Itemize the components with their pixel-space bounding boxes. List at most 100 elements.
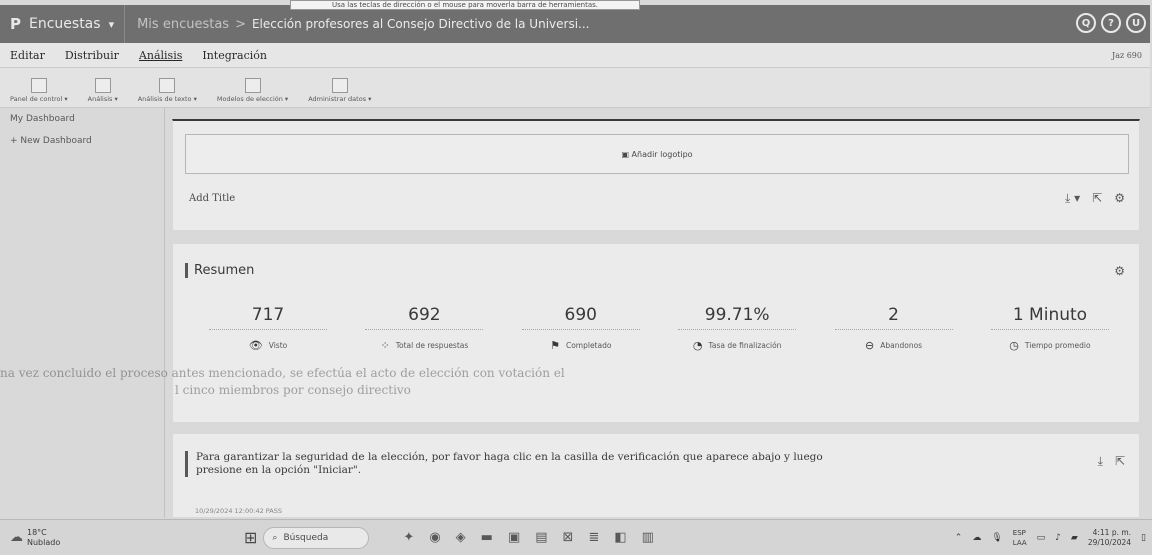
weather-text: 18°C Nublado [27,528,60,548]
sidebar-item-new-dashboard[interactable]: + New Dashboard [0,130,164,152]
stat-label-text: Total de respuestas [395,341,469,350]
notification-icon[interactable]: ▯ [1141,533,1146,543]
tool-dashboard[interactable]: Panel de control ▾ [10,78,68,103]
stat-abandoned: 2 ⊖ Abandonos [834,305,953,352]
download-icon[interactable]: ⤓ ▾ [1065,191,1080,206]
summary-title: Resumen [185,263,254,278]
breadcrumb-my-surveys[interactable]: Mis encuestas [125,17,229,32]
search-placeholder: Búsqueda [283,532,329,543]
stat-label-text: Tiempo promedio [1024,341,1091,350]
temperature: 18°C [27,527,47,537]
stat-value: 2 [834,305,953,330]
windows-start-icon[interactable]: ⊞ [244,528,257,547]
abandon-icon: ⊖ [865,339,875,352]
stat-value: 692 [365,305,484,330]
dashboard-content: ▣ Añadir logotipo Add Title ⤓ ▾ ⇱ ⚙ Resu… [172,115,1140,518]
tab-distribuir[interactable]: Distribuir [55,49,129,62]
stat-value: 717 [209,305,327,330]
sidebar-item-my-dashboard[interactable]: My Dashboard [0,108,164,130]
tool-analysis[interactable]: Análisis ▾ [88,78,118,103]
weather-condition: Nublado [27,537,61,547]
download-icon[interactable]: ⤓ [1098,454,1103,469]
app-icon[interactable]: ▬ [481,530,493,545]
app-icon[interactable]: ✦ [403,530,414,545]
search-icon[interactable]: Q [1076,13,1096,33]
stat-label: 👁 Visto [249,339,287,352]
tab-editar[interactable]: Editar [0,49,55,62]
windows-taskbar: ☁ 18°C Nublado ⊞ ⌕ Búsqueda ✦ ◉ ◈ ▬ ▣ ▤ … [0,519,1152,555]
stat-label: ⊖ Abandonos [865,339,922,352]
responses-icon: ⁘ [380,339,390,352]
cloud-icon[interactable]: ☁ [972,533,981,543]
app-icon[interactable]: ◈ [456,530,466,545]
gear-icon[interactable]: ⚙ [1114,264,1125,278]
stat-label: ◷ Tiempo promedio [1009,339,1090,352]
app-icon[interactable]: ▣ [508,530,520,545]
microphone-icon[interactable]: 🎙 [991,533,1002,543]
cloud-icon: ☁ [10,530,23,545]
share-icon[interactable]: ⇱ [1092,191,1102,206]
summary-stats: 717 👁 Visto 692 ⁘ Total de respuestas 69… [209,305,1109,352]
clock[interactable]: 4:11 p. m. 29/10/2024 [1088,528,1131,548]
tool-label: Modelos de elección ▾ [216,95,289,103]
stat-label: ◔ Tasa de finalización [693,339,782,352]
stat-completed: 690 ⚑ Completado [521,305,640,352]
tool-manage-data[interactable]: Administrar datos ▾ [308,78,371,103]
header-card-actions: ⤓ ▾ ⇱ ⚙ [1065,191,1125,206]
app-icon[interactable]: ≣ [588,530,599,545]
stat-value: 1 Minuto [990,305,1109,330]
tab-analisis[interactable]: Análisis [129,49,192,62]
app-icon[interactable]: ⊠ [563,530,574,545]
breadcrumb-separator: > [235,16,246,32]
stat-completion-rate: 99.71% ◔ Tasa de finalización [678,305,797,352]
header-card: ▣ Añadir logotipo Add Title ⤓ ▾ ⇱ ⚙ [172,119,1140,231]
chevron-down-icon: ▾ [108,17,115,31]
eye-icon: 👁 [248,339,263,352]
analysis-toolbar: Panel de control ▾ Análisis ▾ Análisis d… [0,68,1150,108]
help-icon[interactable]: ? [1101,13,1121,33]
question-text: Para garantizar la seguridad de la elecc… [185,451,865,477]
dashboard-sidebar: My Dashboard + New Dashboard [0,108,165,518]
database-icon [331,78,348,93]
taskbar-search[interactable]: ⌕ Búsqueda [263,526,370,549]
tool-choice-models[interactable]: Modelos de elección ▾ [217,78,288,103]
stat-label: ⁘ Total de respuestas [380,339,468,352]
product-switcher[interactable]: P Encuestas ▾ [0,5,126,43]
network-icon[interactable]: ▭ [1037,533,1046,543]
keyboard-layout: LAA [1012,538,1027,547]
chevron-up-icon[interactable]: ⌃ [955,533,963,543]
language-indicator[interactable]: ESP LAA [1013,528,1027,548]
stat-value: 690 [521,305,640,330]
top-icons: Q ? U [1076,13,1146,33]
app-icon[interactable]: ◧ [614,530,626,545]
top-navigation-bar: P Encuestas ▾ Mis encuestas > Elección p… [0,5,1150,43]
user-icon[interactable]: U [1126,13,1146,33]
app-icon[interactable]: ▤ [535,530,547,545]
stat-label-text: Completado [565,341,612,350]
battery-icon[interactable]: ▰ [1071,533,1078,543]
dashboard-icon [30,78,47,93]
stat-label-text: Visto [268,341,288,350]
app-icon[interactable]: ◉ [429,530,440,545]
app-icon[interactable]: ▥ [642,530,654,545]
stat-viewed: 717 👁 Visto [209,305,327,352]
stat-total-responses: 692 ⁘ Total de respuestas [365,305,484,352]
text-analysis-icon [159,78,176,93]
system-tray: ⌃ ☁ 🎙 ESP LAA ▭ ♪ ▰ 4:11 p. m. 29/10/202… [955,528,1146,548]
tool-text-analysis[interactable]: Análisis de texto ▾ [138,78,197,103]
qualtrics-logo-icon: P [10,15,21,33]
volume-icon[interactable]: ♪ [1055,533,1061,543]
stat-label-text: Abandonos [880,341,923,350]
tab-integracion[interactable]: Integración [192,49,277,62]
add-title-field[interactable]: Add Title [189,193,235,204]
gear-icon[interactable]: ⚙ [1114,191,1125,206]
tool-label: Análisis ▾ [87,95,118,103]
tool-label: Panel de control ▾ [10,95,68,103]
add-logo-button[interactable]: ▣ Añadir logotipo [185,134,1129,174]
tool-label: Administrar datos ▾ [308,95,372,103]
weather-widget[interactable]: ☁ 18°C Nublado [0,528,210,548]
stat-label-text: Tasa de finalización [708,341,782,350]
question-card-actions: ⤓ ⇱ [1098,454,1125,469]
survey-title[interactable]: Elección profesores al Consejo Directivo… [252,17,590,31]
share-icon[interactable]: ⇱ [1115,454,1125,469]
